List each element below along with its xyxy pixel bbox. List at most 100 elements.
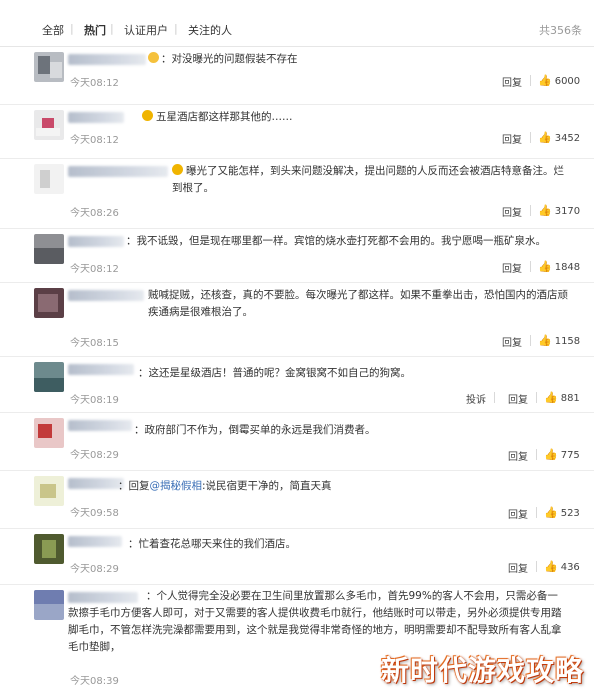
comment-time: 今天08:26 <box>70 208 119 219</box>
tab-separator: | <box>110 22 114 35</box>
watermark-logo: 新时代游戏攻略 <box>380 654 584 687</box>
comment-text: 贼喊捉贼，还核查，真的不要脸。每次曝光了都这样。如果不重拳出击，恐怕国内的酒店顽… <box>148 289 568 318</box>
tab-verified[interactable]: 认证用户 <box>124 22 168 38</box>
divider <box>536 392 537 403</box>
comment-text: ：政府部门不作为，倒霉买单的永远是我们消费者。 <box>134 424 376 436</box>
comment-item: ：回复@揭秘假相:说民宿更干净的，简直天真 今天09:58 回复 👍 523 <box>0 470 594 529</box>
comment-filter-tabs: 全部 | 热门 | 认证用户 | 关注的人 共356条 <box>0 0 594 47</box>
comment-text: ：回复@揭秘假相:说民宿更干净的，简直天真 <box>118 480 332 492</box>
reply-button[interactable]: 回复 <box>508 391 528 406</box>
divider <box>494 392 495 403</box>
comment-text: ：这还是星级酒店！普通的呢？金窝银窝不如自己的狗窝。 <box>138 367 411 379</box>
avatar[interactable] <box>34 110 64 140</box>
thumbs-up-icon: 👍 <box>544 560 558 573</box>
comment-time: 今天09:58 <box>70 508 119 519</box>
username[interactable] <box>68 420 132 431</box>
comment-time: 今天08:12 <box>70 135 119 146</box>
username[interactable] <box>68 166 168 177</box>
vip-badge-icon <box>172 164 183 175</box>
reply-button[interactable]: 回复 <box>502 204 522 219</box>
like-button[interactable]: 👍 3452 <box>538 131 580 144</box>
username[interactable] <box>68 478 124 489</box>
comment-time: 今天08:29 <box>70 450 119 461</box>
reply-button[interactable]: 回复 <box>508 560 528 575</box>
avatar[interactable] <box>34 418 64 448</box>
comment-item: ：忙着查花总哪天来住的我们酒店。 今天08:29 回复 👍 436 <box>0 528 594 585</box>
like-button[interactable]: 👍 881 <box>544 391 580 404</box>
comment-time: 今天08:19 <box>70 395 119 406</box>
report-button[interactable]: 投诉 <box>466 391 486 406</box>
comment-text: ：对没曝光的问题假装不存在 <box>148 51 548 68</box>
comment-text: ：个人觉得完全没必要在卫生间里放置那么多毛巾，首先99%的客人不会用，只需必备一… <box>68 590 562 653</box>
verified-badge-icon <box>142 110 153 121</box>
comment-text: 五星酒店都这样那其他的…… <box>142 109 542 126</box>
tab-separator: | <box>70 22 74 35</box>
like-button[interactable]: 👍 1848 <box>538 260 580 273</box>
comment-item: 五星酒店都这样那其他的…… 今天08:12 回复 👍 3452 <box>0 104 594 159</box>
emoji-icon <box>148 52 159 63</box>
avatar[interactable] <box>34 288 64 318</box>
comment-item: ：我不诋毁，但是现在哪里都一样。宾馆的烧水壶打死都不会用的。我宁愿喝一瓶矿泉水。… <box>0 228 594 283</box>
avatar[interactable] <box>34 534 64 564</box>
thumbs-up-icon: 👍 <box>538 204 552 217</box>
username[interactable] <box>68 364 134 375</box>
tab-hot[interactable]: 热门 <box>84 22 106 38</box>
divider <box>530 132 531 143</box>
reply-button[interactable]: 回复 <box>502 74 522 89</box>
divider <box>530 205 531 216</box>
comment-time: 今天08:39 <box>70 676 119 687</box>
comment-time: 今天08:15 <box>70 338 119 349</box>
username[interactable] <box>68 290 144 301</box>
comment-time: 今天08:12 <box>70 264 119 275</box>
divider <box>530 75 531 86</box>
username[interactable] <box>68 54 146 65</box>
reply-button[interactable]: 回复 <box>508 506 528 521</box>
username[interactable] <box>68 536 122 547</box>
divider <box>536 507 537 518</box>
comment-text: ：我不诋毁，但是现在哪里都一样。宾馆的烧水壶打死都不会用的。我宁愿喝一瓶矿泉水。 <box>126 235 546 247</box>
avatar[interactable] <box>34 234 64 264</box>
like-button[interactable]: 👍 3170 <box>538 204 580 217</box>
thumbs-up-icon: 👍 <box>538 334 552 347</box>
thumbs-up-icon: 👍 <box>538 260 552 273</box>
reply-button[interactable]: 回复 <box>502 260 522 275</box>
thumbs-up-icon: 👍 <box>544 448 558 461</box>
divider <box>536 561 537 572</box>
username[interactable] <box>68 236 124 247</box>
like-button[interactable]: 👍 775 <box>544 448 580 461</box>
avatar[interactable] <box>34 590 64 620</box>
comment-item: ：对没曝光的问题假装不存在 今天08:12 回复 👍 6000 <box>0 46 594 105</box>
comment-item: ：政府部门不作为，倒霉买单的永远是我们消费者。 今天08:29 回复 👍 775 <box>0 412 594 471</box>
comment-text: 曝光了又能怎样，到头来问题没解决，提出问题的人反而还会被酒店特意备注。烂到根了。 <box>172 164 564 194</box>
divider <box>530 261 531 272</box>
thumbs-up-icon: 👍 <box>538 74 552 87</box>
like-button[interactable]: 👍 523 <box>544 506 580 519</box>
reply-button[interactable]: 回复 <box>508 448 528 463</box>
avatar[interactable] <box>34 164 64 194</box>
like-button[interactable]: 👍 6000 <box>538 74 580 87</box>
comment-item: ：这还是星级酒店！普通的呢？金窝银窝不如自己的狗窝。 今天08:19 投诉 回复… <box>0 356 594 413</box>
like-button[interactable]: 👍 436 <box>544 560 580 573</box>
like-button[interactable]: 👍 1158 <box>538 334 580 347</box>
reply-button[interactable]: 回复 <box>502 131 522 146</box>
comment-item: 曝光了又能怎样，到头来问题没解决，提出问题的人反而还会被酒店特意备注。烂到根了。… <box>0 158 594 229</box>
avatar[interactable] <box>34 476 64 506</box>
comment-text: ：忙着查花总哪天来住的我们酒店。 <box>128 538 296 550</box>
divider <box>536 449 537 460</box>
username[interactable] <box>68 112 124 123</box>
tab-following[interactable]: 关注的人 <box>188 22 232 38</box>
avatar[interactable] <box>34 362 64 392</box>
avatar[interactable] <box>34 52 64 82</box>
thumbs-up-icon: 👍 <box>544 391 558 404</box>
reply-button[interactable]: 回复 <box>502 334 522 349</box>
comment-time: 今天08:12 <box>70 78 119 89</box>
total-count: 共356条 <box>539 24 582 37</box>
thumbs-up-icon: 👍 <box>544 506 558 519</box>
mention-link[interactable]: @揭秘假相 <box>150 480 203 492</box>
comment-item: 贼喊捉贼，还核查，真的不要脸。每次曝光了都这样。如果不重拳出击，恐怕国内的酒店顽… <box>0 282 594 357</box>
tab-separator: | <box>174 22 178 35</box>
divider <box>530 335 531 346</box>
tab-all[interactable]: 全部 <box>42 22 64 38</box>
comment-time: 今天08:29 <box>70 564 119 575</box>
thumbs-up-icon: 👍 <box>538 131 552 144</box>
